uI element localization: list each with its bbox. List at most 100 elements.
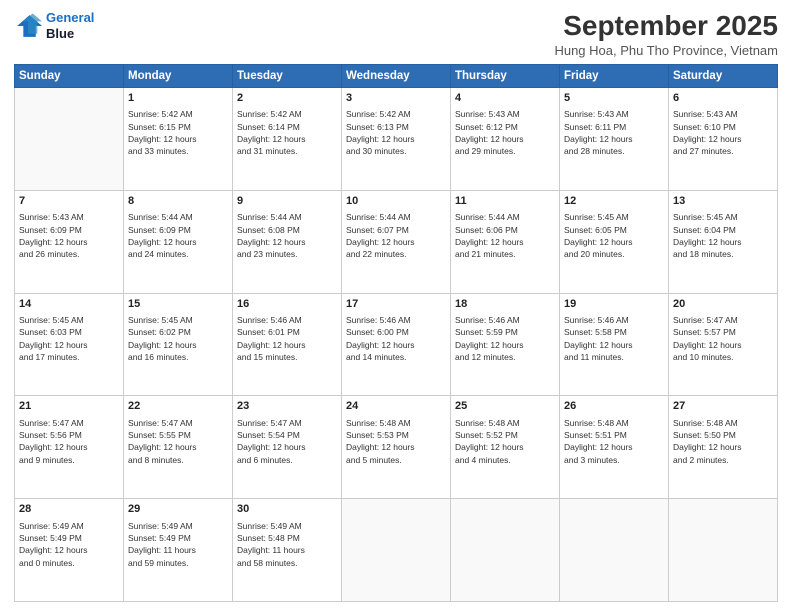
calendar-cell: 3Sunrise: 5:42 AM Sunset: 6:13 PM Daylig… [342, 88, 451, 191]
day-number: 24 [346, 399, 446, 414]
day-number: 28 [19, 502, 119, 517]
calendar-cell: 23 Sunrise: 5:47 AM Sunset: 5:54 PM Dayli… [233, 396, 342, 499]
calendar-cell: 11 Sunrise: 5:44 AM Sunset: 6:06 PM Dayli… [451, 190, 560, 293]
day-info: Sunrise: 5:48 AM Sunset: 5:52 PM Dayligh… [455, 417, 555, 466]
calendar-cell: 2 Sunrise: 5:42 AM Sunset: 6:14 PM Daylig… [233, 88, 342, 191]
day-number: 11 [455, 194, 555, 209]
day-info: Sunrise: 5:43 AM Sunset: 6:09 PM Dayligh… [19, 211, 119, 260]
logo-text: General Blue [46, 10, 94, 41]
calendar-cell [560, 499, 669, 602]
day-info: Sunrise: 5:44 AM Sunset: 6:09 PM Dayligh… [128, 211, 228, 260]
calendar-cell [15, 88, 124, 191]
day-number: 23 [237, 399, 337, 414]
calendar-week-row: 7 Sunrise: 5:43 AM Sunset: 6:09 PM Daylig… [15, 190, 778, 293]
calendar-cell: 1Sunrise: 5:42 AM Sunset: 6:15 PM Daylig… [124, 88, 233, 191]
calendar-cell: 9 Sunrise: 5:44 AM Sunset: 6:08 PM Daylig… [233, 190, 342, 293]
day-info: Sunrise: 5:44 AM Sunset: 6:08 PM Dayligh… [237, 211, 337, 260]
day-info: Sunrise: 5:45 AM Sunset: 6:04 PM Dayligh… [673, 211, 773, 260]
month-title: September 2025 [554, 10, 778, 42]
calendar-cell: 19Sunrise: 5:46 AM Sunset: 5:58 PM Dayli… [560, 293, 669, 396]
day-info: Sunrise: 5:46 AM Sunset: 6:01 PM Dayligh… [237, 314, 337, 363]
calendar-cell: 20Sunrise: 5:47 AM Sunset: 5:57 PM Dayli… [669, 293, 778, 396]
day-number: 20 [673, 297, 773, 312]
day-info: Sunrise: 5:49 AM Sunset: 5:49 PM Dayligh… [19, 520, 119, 569]
day-number: 6 [673, 91, 773, 106]
day-info: Sunrise: 5:49 AM Sunset: 5:49 PM Dayligh… [128, 520, 228, 569]
day-number: 29 [128, 502, 228, 517]
day-number: 4 [455, 91, 555, 106]
day-number: 9 [237, 194, 337, 209]
day-info: Sunrise: 5:42 AM Sunset: 6:14 PM Dayligh… [237, 108, 337, 157]
calendar-cell: 29 Sunrise: 5:49 AM Sunset: 5:49 PM Dayli… [124, 499, 233, 602]
calendar-cell: 25Sunrise: 5:48 AM Sunset: 5:52 PM Dayli… [451, 396, 560, 499]
weekday-header: Monday [124, 65, 233, 88]
calendar-header-row: SundayMondayTuesdayWednesdayThursdayFrid… [15, 65, 778, 88]
calendar-table: SundayMondayTuesdayWednesdayThursdayFrid… [14, 64, 778, 602]
calendar-cell [342, 499, 451, 602]
day-number: 22 [128, 399, 228, 414]
calendar-cell: 30 Sunrise: 5:49 AM Sunset: 5:48 PM Dayli… [233, 499, 342, 602]
day-number: 19 [564, 297, 664, 312]
weekday-header: Friday [560, 65, 669, 88]
day-number: 2 [237, 91, 337, 106]
day-info: Sunrise: 5:43 AM Sunset: 6:10 PM Dayligh… [673, 108, 773, 157]
day-number: 16 [237, 297, 337, 312]
day-number: 15 [128, 297, 228, 312]
day-info: Sunrise: 5:43 AM Sunset: 6:12 PM Dayligh… [455, 108, 555, 157]
weekday-header: Wednesday [342, 65, 451, 88]
day-info: Sunrise: 5:47 AM Sunset: 5:54 PM Dayligh… [237, 417, 337, 466]
day-info: Sunrise: 5:45 AM Sunset: 6:05 PM Dayligh… [564, 211, 664, 260]
calendar-cell: 15Sunrise: 5:45 AM Sunset: 6:02 PM Dayli… [124, 293, 233, 396]
day-number: 5 [564, 91, 664, 106]
day-info: Sunrise: 5:48 AM Sunset: 5:53 PM Dayligh… [346, 417, 446, 466]
day-number: 8 [128, 194, 228, 209]
day-info: Sunrise: 5:46 AM Sunset: 5:59 PM Dayligh… [455, 314, 555, 363]
calendar-cell: 16 Sunrise: 5:46 AM Sunset: 6:01 PM Dayli… [233, 293, 342, 396]
day-number: 30 [237, 502, 337, 517]
weekday-header: Sunday [15, 65, 124, 88]
day-info: Sunrise: 5:49 AM Sunset: 5:48 PM Dayligh… [237, 520, 337, 569]
day-info: Sunrise: 5:47 AM Sunset: 5:55 PM Dayligh… [128, 417, 228, 466]
day-info: Sunrise: 5:48 AM Sunset: 5:50 PM Dayligh… [673, 417, 773, 466]
calendar-week-row: 28 Sunrise: 5:49 AM Sunset: 5:49 PM Dayli… [15, 499, 778, 602]
calendar-cell: 12 Sunrise: 5:45 AM Sunset: 6:05 PM Dayli… [560, 190, 669, 293]
logo-icon [14, 12, 42, 40]
day-info: Sunrise: 5:46 AM Sunset: 6:00 PM Dayligh… [346, 314, 446, 363]
calendar-cell: 27 Sunrise: 5:48 AM Sunset: 5:50 PM Dayli… [669, 396, 778, 499]
calendar-week-row: 1Sunrise: 5:42 AM Sunset: 6:15 PM Daylig… [15, 88, 778, 191]
day-info: Sunrise: 5:44 AM Sunset: 6:06 PM Dayligh… [455, 211, 555, 260]
day-info: Sunrise: 5:44 AM Sunset: 6:07 PM Dayligh… [346, 211, 446, 260]
calendar-cell: 5 Sunrise: 5:43 AM Sunset: 6:11 PM Daylig… [560, 88, 669, 191]
day-info: Sunrise: 5:43 AM Sunset: 6:11 PM Dayligh… [564, 108, 664, 157]
location: Hung Hoa, Phu Tho Province, Vietnam [554, 43, 778, 58]
title-section: September 2025 Hung Hoa, Phu Tho Provinc… [554, 10, 778, 58]
calendar-cell: 18 Sunrise: 5:46 AM Sunset: 5:59 PM Dayli… [451, 293, 560, 396]
calendar-cell: 4 Sunrise: 5:43 AM Sunset: 6:12 PM Daylig… [451, 88, 560, 191]
day-number: 21 [19, 399, 119, 414]
calendar-cell [451, 499, 560, 602]
day-number: 26 [564, 399, 664, 414]
calendar-week-row: 14Sunrise: 5:45 AM Sunset: 6:03 PM Dayli… [15, 293, 778, 396]
day-info: Sunrise: 5:42 AM Sunset: 6:13 PM Dayligh… [346, 108, 446, 157]
page: General Blue September 2025 Hung Hoa, Ph… [0, 0, 792, 612]
weekday-header: Saturday [669, 65, 778, 88]
day-number: 18 [455, 297, 555, 312]
logo-line1: General [46, 10, 94, 25]
header: General Blue September 2025 Hung Hoa, Ph… [14, 10, 778, 58]
calendar-cell: 24 Sunrise: 5:48 AM Sunset: 5:53 PM Dayli… [342, 396, 451, 499]
day-number: 13 [673, 194, 773, 209]
weekday-header: Tuesday [233, 65, 342, 88]
day-number: 27 [673, 399, 773, 414]
calendar-cell: 14Sunrise: 5:45 AM Sunset: 6:03 PM Dayli… [15, 293, 124, 396]
logo: General Blue [14, 10, 94, 41]
weekday-header: Thursday [451, 65, 560, 88]
calendar-cell [669, 499, 778, 602]
day-number: 7 [19, 194, 119, 209]
day-number: 12 [564, 194, 664, 209]
day-number: 10 [346, 194, 446, 209]
calendar-cell: 7 Sunrise: 5:43 AM Sunset: 6:09 PM Daylig… [15, 190, 124, 293]
calendar-cell: 22 Sunrise: 5:47 AM Sunset: 5:55 PM Dayli… [124, 396, 233, 499]
day-number: 1 [128, 91, 228, 106]
calendar-cell: 13 Sunrise: 5:45 AM Sunset: 6:04 PM Dayli… [669, 190, 778, 293]
calendar-cell: 17Sunrise: 5:46 AM Sunset: 6:00 PM Dayli… [342, 293, 451, 396]
